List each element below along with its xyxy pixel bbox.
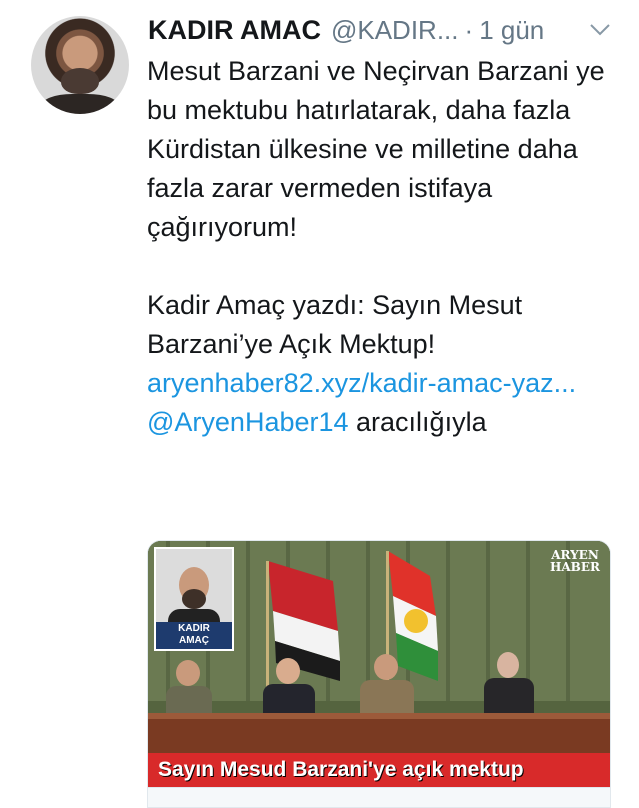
avatar[interactable] [31, 16, 129, 114]
portrait-label-line2: AMAÇ [179, 635, 209, 646]
author-handle[interactable]: @KADIR... [331, 15, 459, 46]
tweet-header: KADIR AMAC @KADIR... · 1 gün [148, 12, 619, 48]
separator-dot: · [464, 14, 474, 45]
tweet-time[interactable]: 1 gün [479, 15, 544, 46]
author-portrait: KADIR AMAÇ [154, 547, 234, 651]
portrait-label: KADIR AMAÇ [156, 622, 232, 649]
tweet-text: Mesut Barzani ve Neçirvan Barzani ye bu … [147, 52, 617, 442]
article-link[interactable]: aryenhaber82.xyz/kadir-amac-yaz... [147, 368, 576, 398]
tweet-paragraph-1: Mesut Barzani ve Neçirvan Barzani ye bu … [147, 56, 605, 242]
author-name[interactable]: KADIR AMAC [148, 15, 321, 46]
brand-line2: HABER [550, 560, 600, 574]
mention-link[interactable]: @AryenHaber14 [147, 407, 349, 437]
avatar-beard [61, 68, 99, 94]
link-card[interactable]: KADIR AMAÇ ARYEN HABER Sayın Mesud Barza… [147, 540, 611, 808]
chevron-down-icon[interactable] [589, 22, 611, 38]
tweet-paragraph-2: Kadir Amaç yazdı: Sayın Mesut Barzani’ye… [147, 286, 617, 442]
tweet-paragraph-2-text: Kadir Amaç yazdı: Sayın Mesut Barzani’ye… [147, 290, 523, 359]
card-caption: Sayın Mesud Barzani'ye açık mektup [148, 753, 610, 787]
via-text: aracılığıyla [356, 407, 487, 437]
portrait-label-line1: KADIR [178, 623, 210, 634]
card-footer [148, 787, 610, 807]
avatar-shirt [41, 94, 119, 114]
brand-logo: ARYEN HABER [546, 549, 604, 573]
